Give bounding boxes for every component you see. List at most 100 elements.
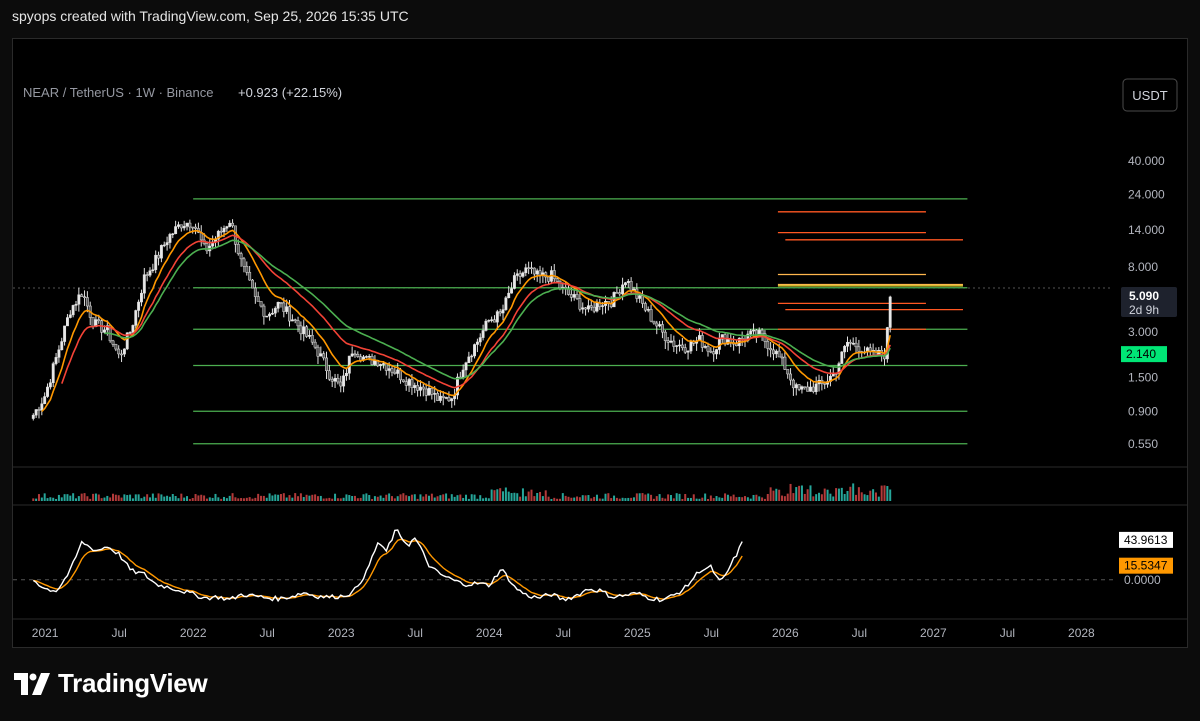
volume-bar bbox=[402, 493, 405, 501]
brand-name: TradingView bbox=[58, 668, 208, 698]
candle-body bbox=[666, 340, 670, 343]
volume-bar bbox=[650, 494, 653, 501]
volume-bar bbox=[436, 496, 439, 501]
ma-fast-line bbox=[41, 229, 891, 413]
candle-body bbox=[441, 395, 445, 398]
volume-bar bbox=[855, 494, 858, 501]
chart-frame[interactable]: 2021 Jul 2022 Jul 2023 Jul 2024 Jul 2025 Jul 2026 J… bbox=[12, 38, 1188, 648]
volume-bar bbox=[368, 495, 371, 501]
candle-body bbox=[288, 306, 291, 322]
candle-body bbox=[401, 379, 405, 382]
candle-body bbox=[390, 368, 394, 373]
volume-bar bbox=[595, 494, 598, 501]
volume-bar bbox=[880, 485, 883, 501]
chart-canvas[interactable]: 2021 Jul 2022 Jul 2023 Jul 2024 Jul 2025 Jul 2026 J… bbox=[13, 39, 1187, 647]
candle-body bbox=[569, 294, 573, 298]
candle-body bbox=[512, 275, 516, 289]
candle-body bbox=[524, 267, 528, 274]
volume-bar bbox=[271, 495, 274, 501]
candle-body bbox=[97, 319, 101, 322]
volume-bar bbox=[610, 498, 613, 501]
candle-body bbox=[396, 369, 400, 374]
volume-bar bbox=[288, 495, 291, 501]
volume-bar bbox=[818, 492, 821, 501]
candle-body bbox=[387, 368, 391, 371]
volume-bar bbox=[499, 488, 502, 501]
volume-bar bbox=[77, 496, 80, 501]
volume-bar bbox=[163, 496, 166, 501]
volume-bar bbox=[706, 498, 709, 501]
candle-body bbox=[629, 281, 633, 291]
volume-bar bbox=[547, 496, 550, 501]
volume-bar bbox=[197, 495, 200, 501]
candle-body bbox=[601, 305, 605, 307]
volume-bar bbox=[92, 493, 95, 501]
volume-bar bbox=[849, 486, 852, 501]
volume-bar bbox=[681, 498, 684, 501]
volume-bar bbox=[874, 492, 877, 501]
volume-bar bbox=[863, 494, 866, 501]
candle-body bbox=[623, 282, 627, 286]
candle-body bbox=[313, 341, 317, 348]
volume-bar bbox=[601, 498, 604, 501]
candle-body bbox=[54, 357, 58, 364]
ma-slow-line bbox=[104, 239, 891, 380]
volume-bar bbox=[678, 493, 681, 501]
volume-bar bbox=[240, 498, 243, 501]
candle-body bbox=[772, 349, 775, 355]
volume-bar bbox=[453, 496, 456, 501]
candle-body bbox=[436, 393, 439, 401]
volume-bar bbox=[462, 497, 465, 501]
candle-body bbox=[672, 340, 676, 347]
volume-bar bbox=[530, 489, 533, 501]
candle-body bbox=[538, 270, 542, 276]
candle-body bbox=[399, 369, 402, 381]
volume-bar bbox=[484, 497, 487, 501]
volume-bar bbox=[490, 489, 493, 501]
candle-body bbox=[48, 382, 52, 388]
y-tick-label: 0.550 bbox=[1128, 437, 1158, 451]
candle-body bbox=[43, 396, 47, 405]
candle-body bbox=[194, 226, 198, 229]
volume-bar bbox=[846, 490, 849, 501]
volume-bar bbox=[282, 493, 285, 501]
volume-bar bbox=[188, 498, 191, 501]
candle-body bbox=[120, 353, 123, 356]
volume-bar bbox=[513, 492, 516, 501]
candle-body bbox=[424, 388, 428, 396]
volume-bar bbox=[390, 496, 393, 501]
volume-bar bbox=[772, 490, 775, 501]
volume-bar bbox=[570, 497, 573, 501]
volume-bar bbox=[781, 495, 784, 501]
candle-body bbox=[85, 297, 89, 307]
candle-body bbox=[325, 357, 328, 371]
candle-body bbox=[777, 350, 781, 358]
candle-body bbox=[840, 351, 844, 364]
candle-body bbox=[185, 222, 189, 227]
volume-bar bbox=[584, 495, 587, 501]
volume-bar bbox=[778, 489, 781, 501]
candle-body bbox=[586, 305, 590, 310]
candle-body bbox=[413, 385, 417, 388]
volume-bar bbox=[687, 497, 690, 501]
volume-bar bbox=[194, 494, 197, 501]
candle-body bbox=[157, 254, 160, 259]
candle-body bbox=[683, 347, 687, 353]
volume-bar bbox=[183, 497, 186, 501]
volume-bar bbox=[769, 487, 772, 501]
price-change: +0.923 (+22.15%) bbox=[238, 85, 342, 100]
volume-bar bbox=[732, 494, 735, 501]
volume-bar bbox=[789, 483, 792, 501]
volume-bar bbox=[758, 496, 761, 501]
candle-body bbox=[296, 320, 300, 327]
candle-body bbox=[846, 341, 849, 347]
volume-bar bbox=[450, 494, 453, 501]
volume-bar bbox=[413, 494, 416, 501]
candle-body bbox=[706, 346, 710, 352]
candle-body bbox=[80, 294, 84, 297]
volume-bar bbox=[425, 494, 428, 501]
volume-bar bbox=[428, 495, 431, 501]
volume-bar bbox=[299, 493, 302, 501]
volume-bar bbox=[328, 497, 331, 501]
volume-bar bbox=[146, 494, 149, 501]
